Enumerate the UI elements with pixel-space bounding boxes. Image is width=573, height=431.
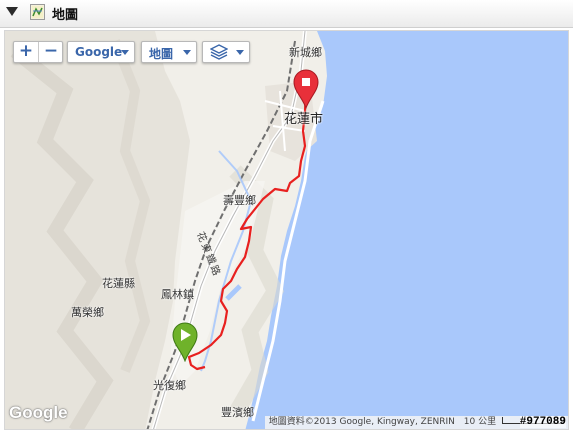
zoom-in-button[interactable]: + <box>14 42 39 62</box>
end-marker[interactable] <box>292 69 320 113</box>
place-wanrong: 萬榮鄉 <box>71 306 104 319</box>
map-base <box>5 31 327 429</box>
place-xincheng: 新城鄉 <box>289 46 322 59</box>
start-marker[interactable] <box>171 322 199 366</box>
panel-title: 地圖 <box>52 8 79 23</box>
provider-dropdown[interactable]: Google <box>67 41 135 63</box>
layers-icon <box>209 44 229 64</box>
triangle-down-icon[interactable] <box>6 7 18 16</box>
chevron-down-icon <box>236 50 244 55</box>
zoom-control: + − <box>13 41 63 63</box>
google-logo: Google <box>9 403 68 422</box>
scale-label: 10 公里 <box>463 417 497 427</box>
map-id-label: #977089 <box>519 416 566 428</box>
place-shoufeng: 壽豐鄉 <box>223 194 256 207</box>
attribution-text: 地圖資料©2013 Google, Kingway, ZENRIN <box>268 417 455 427</box>
map-view[interactable]: + − Google 地圖 新城鄉 花蓮市 壽豐鄉 花蓮縣 鳳林鎮 萬榮鄉 光復… <box>4 30 569 430</box>
place-fengbin: 豐濱鄉 <box>221 406 254 419</box>
panel-header: 地圖 <box>0 0 573 28</box>
chevron-down-icon <box>121 50 129 55</box>
place-guangfu: 光復鄉 <box>153 379 186 392</box>
map-icon <box>30 4 45 20</box>
zoom-out-button[interactable]: − <box>39 42 63 62</box>
provider-label: Google <box>75 45 123 59</box>
map-type-label: 地圖 <box>149 47 174 61</box>
place-fenglin: 鳳林鎮 <box>161 288 194 301</box>
map-type-dropdown[interactable]: 地圖 <box>141 41 197 63</box>
layers-dropdown[interactable] <box>202 41 250 63</box>
chevron-down-icon <box>183 50 191 55</box>
place-hualien-county: 花蓮縣 <box>102 277 135 290</box>
